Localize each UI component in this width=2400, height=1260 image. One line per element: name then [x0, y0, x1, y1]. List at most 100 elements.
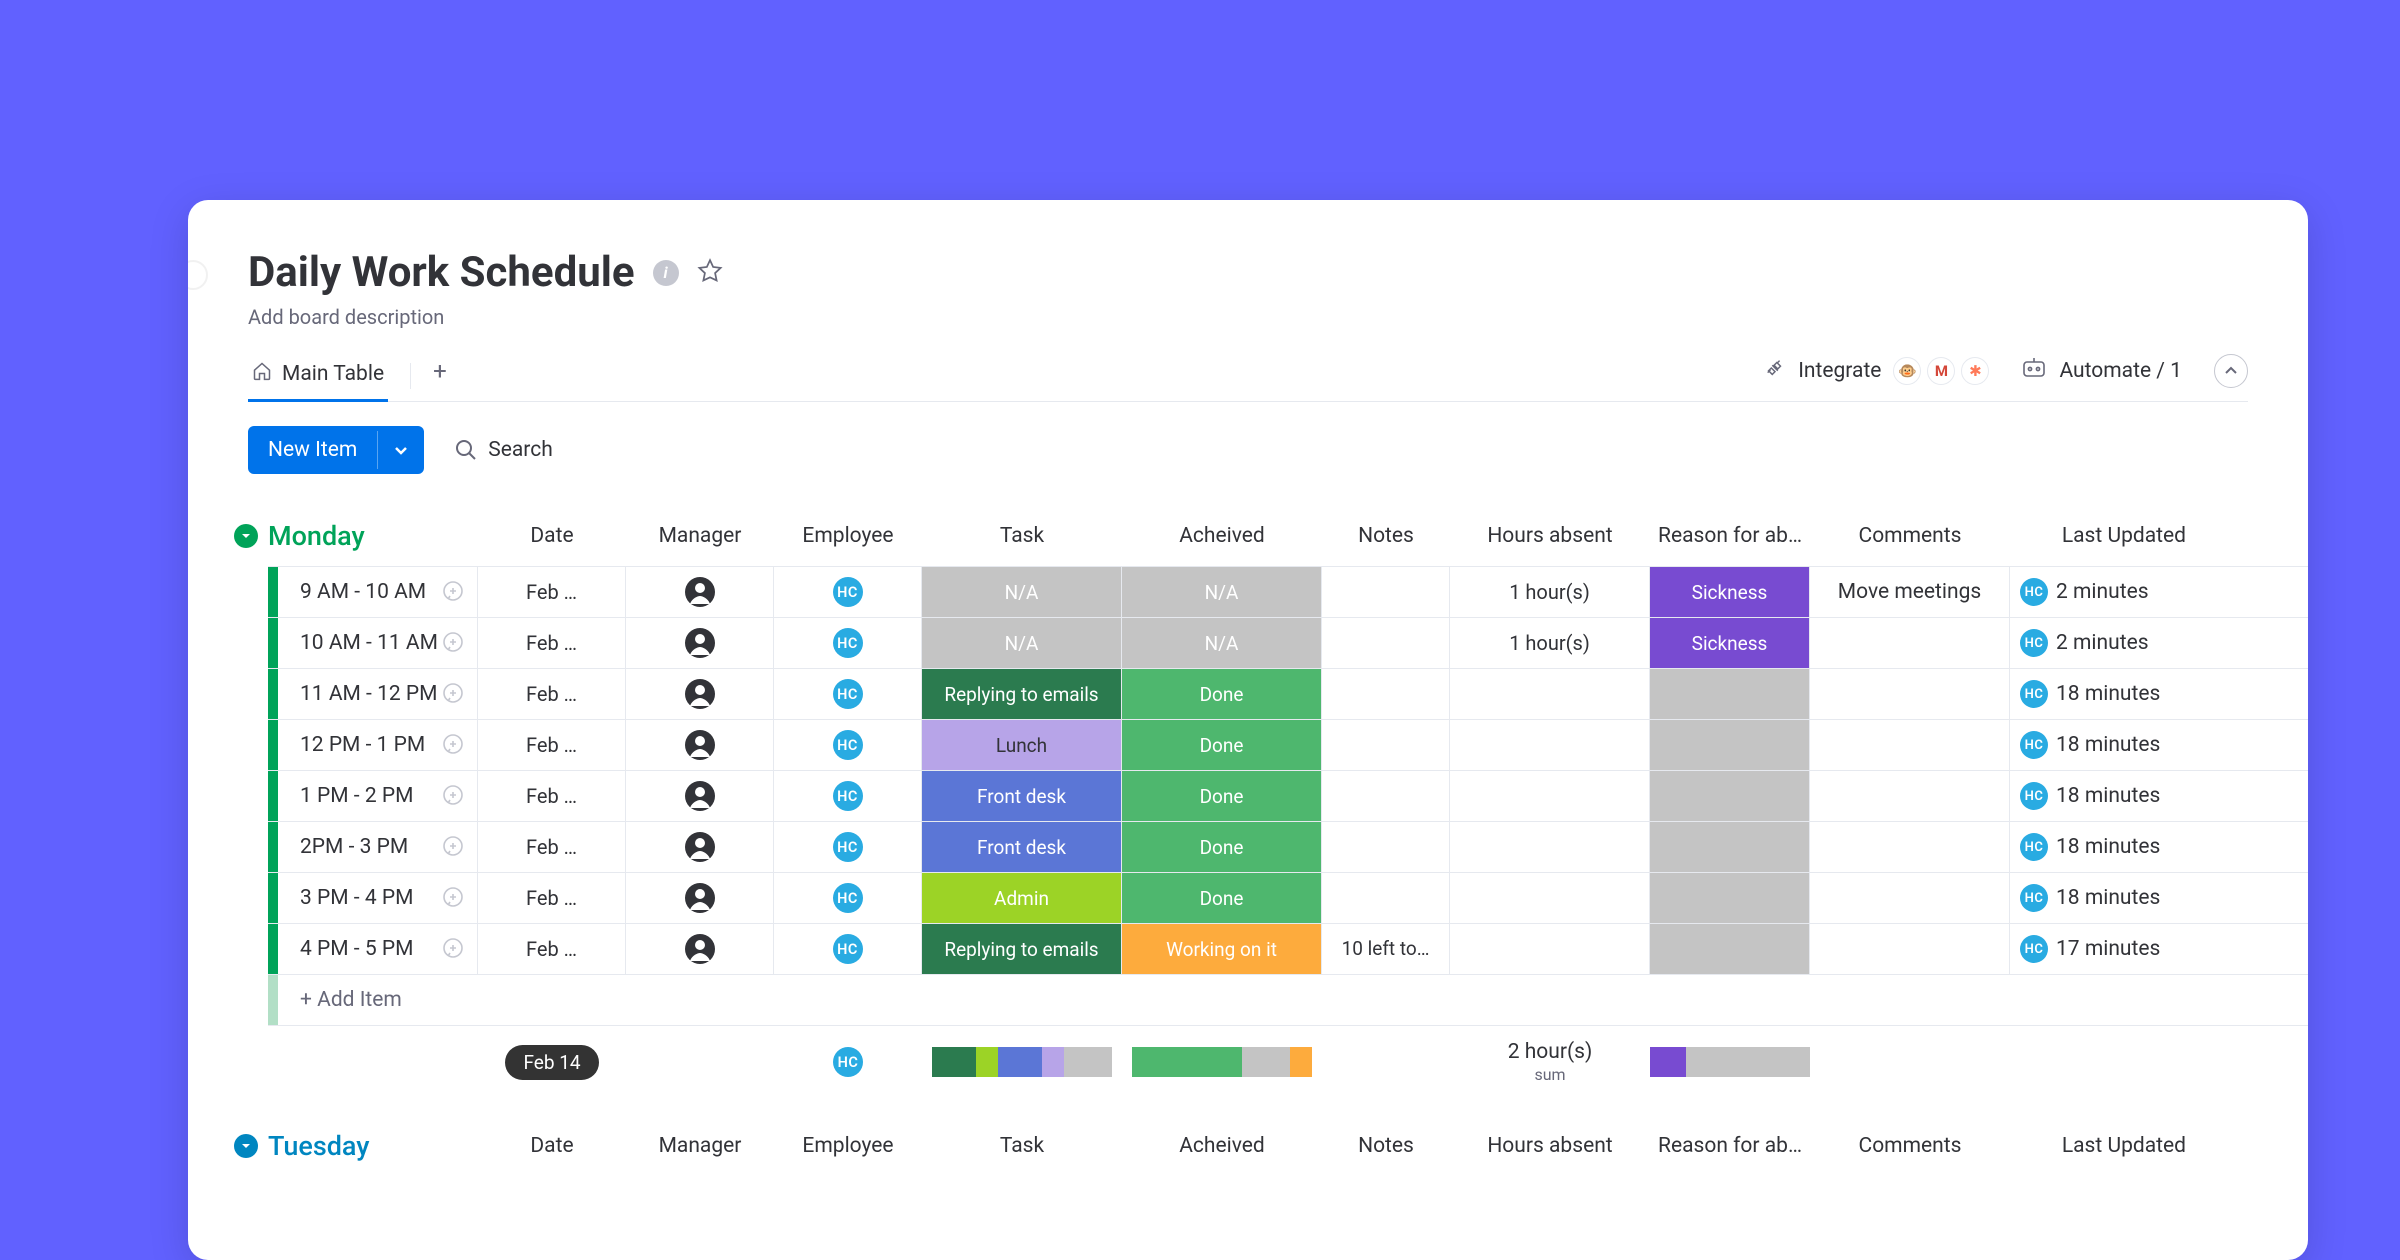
column-employee[interactable]: Employee [774, 524, 922, 548]
add-item-row[interactable]: + Add Item [268, 974, 2308, 1026]
achieved-cell[interactable]: Working on it [1122, 924, 1322, 974]
manager-cell[interactable] [626, 669, 774, 719]
task-cell[interactable]: N/A [922, 567, 1122, 617]
hours-absent-cell[interactable] [1450, 669, 1650, 719]
column-last-updated[interactable]: Last Updated [2010, 1134, 2190, 1158]
group-title[interactable]: Tuesday [268, 1130, 370, 1162]
manager-cell[interactable] [626, 720, 774, 770]
reason-cell[interactable] [1650, 720, 1810, 770]
task-cell[interactable]: Admin [922, 873, 1122, 923]
achieved-cell[interactable]: Done [1122, 771, 1322, 821]
last-updated-cell[interactable]: HC18 minutes [2010, 873, 2190, 923]
task-cell[interactable]: N/A [922, 618, 1122, 668]
item-name-cell[interactable]: 4 PM - 5 PM [278, 924, 478, 974]
comments-cell[interactable] [1810, 771, 2010, 821]
notes-cell[interactable] [1322, 873, 1450, 923]
item-name-cell[interactable]: 10 AM - 11 AM [278, 618, 478, 668]
automate-button[interactable]: Automate / 1 [2021, 357, 2182, 385]
column-employee[interactable]: Employee [774, 1134, 922, 1158]
item-name-cell[interactable]: 1 PM - 2 PM [278, 771, 478, 821]
task-cell[interactable]: Replying to emails [922, 924, 1122, 974]
manager-cell[interactable] [626, 822, 774, 872]
notes-cell[interactable] [1322, 720, 1450, 770]
board-title[interactable]: Daily Work Schedule [248, 248, 635, 297]
column-comments[interactable]: Comments [1810, 524, 2010, 548]
comments-cell[interactable] [1810, 822, 2010, 872]
reason-cell[interactable]: Sickness [1650, 567, 1810, 617]
date-cell[interactable]: Feb … [478, 720, 626, 770]
table-row[interactable]: 10 AM - 11 AMFeb …HCN/AN/A1 hour(s)Sickn… [268, 617, 2308, 669]
table-row[interactable]: 4 PM - 5 PMFeb … HCReplying to emailsWork… [268, 923, 2308, 975]
column-manager[interactable]: Manager [626, 1134, 774, 1158]
new-item-dropdown[interactable] [377, 431, 424, 469]
chat-add-icon[interactable] [441, 681, 467, 707]
comments-cell[interactable] [1810, 669, 2010, 719]
last-updated-cell[interactable]: HC18 minutes [2010, 771, 2190, 821]
employee-cell[interactable]: HC [774, 669, 922, 719]
table-row[interactable]: 12 PM - 1 PMFeb …HCLunchDoneHC18 minutes [268, 719, 2308, 771]
item-name-cell[interactable]: 3 PM - 4 PM [278, 873, 478, 923]
last-updated-cell[interactable]: HC18 minutes [2010, 669, 2190, 719]
manager-cell[interactable] [626, 924, 774, 974]
date-cell[interactable]: Feb … [478, 873, 626, 923]
employee-cell[interactable]: HC [774, 822, 922, 872]
chat-add-icon[interactable] [441, 834, 467, 860]
table-row[interactable]: 1 PM - 2 PMFeb …HCFront deskDoneHC18 min… [268, 770, 2308, 822]
chat-add-icon[interactable] [441, 885, 467, 911]
collapse-header-button[interactable] [2214, 354, 2248, 388]
item-name-cell[interactable]: 11 AM - 12 PM [278, 669, 478, 719]
employee-cell[interactable]: HC [774, 618, 922, 668]
manager-cell[interactable] [626, 567, 774, 617]
date-cell[interactable]: Feb … [478, 771, 626, 821]
notes-cell[interactable] [1322, 618, 1450, 668]
employee-cell[interactable]: HC [774, 873, 922, 923]
hours-absent-cell[interactable] [1450, 924, 1650, 974]
employee-cell[interactable]: HC [774, 771, 922, 821]
hours-absent-cell[interactable]: 1 hour(s) [1450, 618, 1650, 668]
achieved-cell[interactable]: N/A [1122, 618, 1322, 668]
add-view-button[interactable]: + [433, 357, 447, 395]
notes-cell[interactable] [1322, 822, 1450, 872]
column-achieved[interactable]: Acheived [1122, 1134, 1322, 1158]
item-name-cell[interactable]: 2PM - 3 PM [278, 822, 478, 872]
hours-absent-cell[interactable] [1450, 720, 1650, 770]
column-notes[interactable]: Notes [1322, 524, 1450, 548]
column-manager[interactable]: Manager [626, 524, 774, 548]
notes-cell[interactable] [1322, 771, 1450, 821]
achieved-cell[interactable]: Done [1122, 669, 1322, 719]
last-updated-cell[interactable]: HC2 minutes [2010, 567, 2190, 617]
column-task[interactable]: Task [922, 1134, 1122, 1158]
task-cell[interactable]: Lunch [922, 720, 1122, 770]
reason-cell[interactable] [1650, 822, 1810, 872]
column-hours-absent[interactable]: Hours absent [1450, 1134, 1650, 1158]
reason-cell[interactable] [1650, 873, 1810, 923]
task-cell[interactable]: Front desk [922, 822, 1122, 872]
manager-cell[interactable] [626, 873, 774, 923]
date-cell[interactable]: Feb … [478, 669, 626, 719]
column-comments[interactable]: Comments [1810, 1134, 2010, 1158]
column-task[interactable]: Task [922, 524, 1122, 548]
chat-add-icon[interactable] [441, 783, 467, 809]
star-icon[interactable] [697, 258, 723, 288]
achieved-cell[interactable]: Done [1122, 822, 1322, 872]
comments-cell[interactable] [1810, 873, 2010, 923]
column-reason[interactable]: Reason for ab… [1650, 524, 1810, 548]
table-row[interactable]: 11 AM - 12 PMFeb …HCReplying to emailsDo… [268, 668, 2308, 720]
achieved-cell[interactable]: Done [1122, 720, 1322, 770]
manager-cell[interactable] [626, 771, 774, 821]
date-cell[interactable]: Feb … [478, 618, 626, 668]
employee-cell[interactable]: HC [774, 924, 922, 974]
hours-absent-cell[interactable] [1450, 873, 1650, 923]
reason-cell[interactable] [1650, 669, 1810, 719]
board-description[interactable]: Add board description [248, 305, 2248, 329]
employee-cell[interactable]: HC [774, 720, 922, 770]
comments-cell[interactable] [1810, 924, 2010, 974]
group-title[interactable]: Monday [268, 520, 365, 552]
reason-cell[interactable]: Sickness [1650, 618, 1810, 668]
search-button[interactable]: Search [454, 438, 553, 462]
notes-cell[interactable] [1322, 567, 1450, 617]
column-achieved[interactable]: Acheived [1122, 524, 1322, 548]
date-cell[interactable]: Feb … [478, 924, 626, 974]
date-cell[interactable]: Feb … [478, 567, 626, 617]
chat-add-icon[interactable] [441, 579, 467, 605]
